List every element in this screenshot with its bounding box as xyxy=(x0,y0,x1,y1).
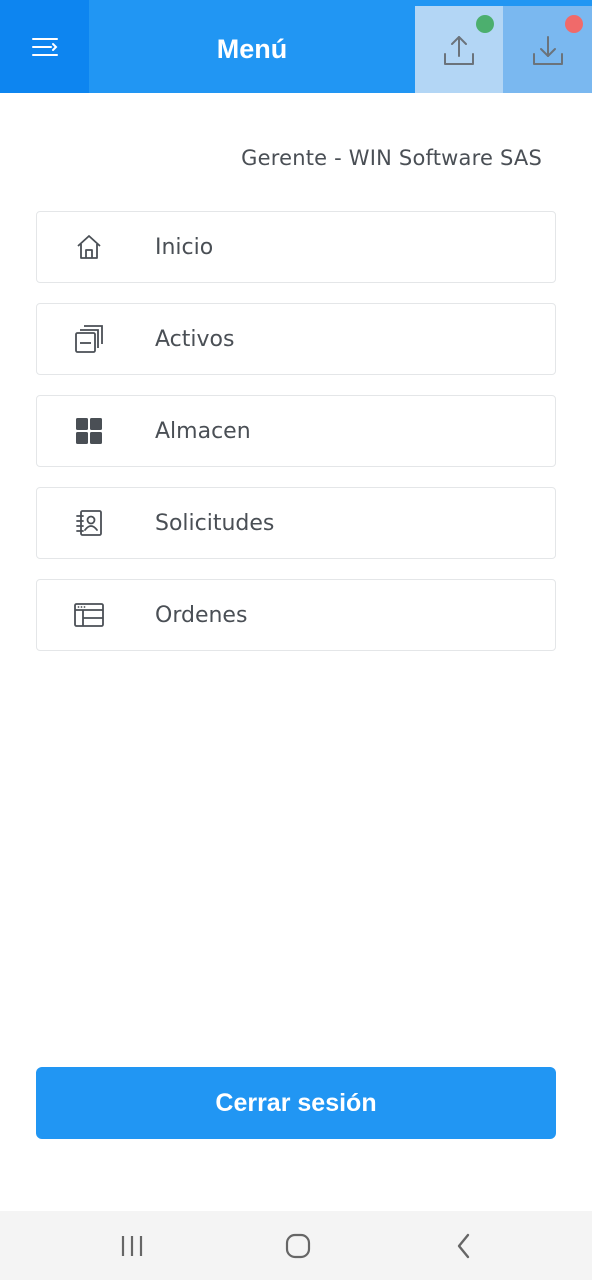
menu-item-almacen[interactable]: Almacen xyxy=(36,395,556,467)
home-nav-button[interactable] xyxy=(258,1211,338,1280)
download-button[interactable] xyxy=(503,6,592,93)
menu-item-activos[interactable]: Activos xyxy=(36,303,556,375)
home-circle-icon xyxy=(285,1233,311,1258)
home-icon xyxy=(73,231,105,263)
download-icon xyxy=(532,35,563,65)
menu-item-label: Almacen xyxy=(155,418,251,444)
menu-item-label: Ordenes xyxy=(155,602,248,628)
user-role-company: Gerente - WIN Software SAS xyxy=(241,146,542,170)
upload-icon xyxy=(444,35,474,65)
download-status-dot xyxy=(565,15,583,33)
menu-item-label: Solicitudes xyxy=(155,510,275,536)
upload-button[interactable] xyxy=(415,6,503,93)
menu-item-label: Inicio xyxy=(155,234,214,260)
menu-list: Inicio Activos Almacen Solicitudes Orden… xyxy=(36,211,556,671)
back-nav-button[interactable] xyxy=(424,1211,504,1280)
menu-item-label: Activos xyxy=(155,326,235,352)
menu-collapse-icon xyxy=(31,37,58,56)
window-list-icon xyxy=(73,599,105,631)
back-icon xyxy=(457,1233,470,1258)
menu-item-inicio[interactable]: Inicio xyxy=(36,211,556,283)
upload-status-dot xyxy=(476,15,494,33)
stack-icon xyxy=(73,323,105,355)
page-title: Menú xyxy=(216,34,288,64)
grid-icon xyxy=(73,415,105,447)
contact-book-icon xyxy=(73,507,105,539)
logout-button[interactable]: Cerrar sesión xyxy=(36,1067,556,1139)
recents-icon xyxy=(121,1235,143,1256)
recents-button[interactable] xyxy=(92,1211,172,1280)
top-app-bar: Menú xyxy=(0,0,592,93)
menu-toggle-button[interactable] xyxy=(0,0,89,93)
system-nav-bar xyxy=(0,1211,592,1280)
menu-item-solicitudes[interactable]: Solicitudes xyxy=(36,487,556,559)
menu-item-ordenes[interactable]: Ordenes xyxy=(36,579,556,651)
